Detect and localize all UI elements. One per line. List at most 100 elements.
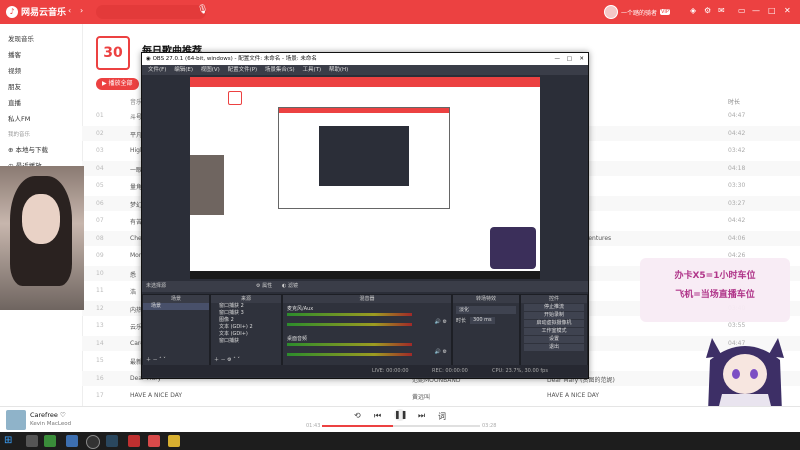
- maximize-icon[interactable]: □: [768, 6, 776, 15]
- row-number: 04: [96, 164, 104, 172]
- obs-preview[interactable]: [190, 77, 540, 279]
- start-recording-button[interactable]: 开始录制: [524, 312, 584, 319]
- mixer-dock: 混音器 麦克风/Aux 🔊 ⚙ 桌面音频 🔊 ⚙: [282, 294, 452, 366]
- volume-slider[interactable]: [287, 323, 412, 326]
- progress-bar[interactable]: [322, 425, 480, 427]
- source-item[interactable]: 文本 (GDI+) 2: [211, 324, 281, 331]
- album-thumb[interactable]: [6, 410, 26, 430]
- row-album: HAVE A NICE DAY: [547, 392, 600, 399]
- menu-scene-collection[interactable]: 场景集合(S): [265, 67, 295, 73]
- play-all-button[interactable]: ▶ 播放全部: [96, 78, 139, 90]
- row-artist: 黄远叫: [412, 394, 431, 401]
- menu-profile[interactable]: 配置文件(P): [228, 67, 258, 73]
- volume-slider[interactable]: [287, 353, 412, 356]
- nested-header-bar: [279, 108, 449, 113]
- folder-task-icon[interactable]: [168, 435, 180, 447]
- menu-view[interactable]: 视图(V): [201, 67, 220, 73]
- studio-mode-button[interactable]: 工作室模式: [524, 328, 584, 335]
- obs-close-icon[interactable]: ✕: [579, 53, 584, 65]
- duration-input[interactable]: 300 ms: [470, 317, 495, 324]
- xbox-icon[interactable]: [44, 435, 56, 447]
- cpu-status: CPU: 23.7%, 30.00 fps: [492, 368, 548, 374]
- transition-duration: 时长 300 ms: [456, 317, 516, 324]
- minimize-icon[interactable]: —: [752, 6, 760, 15]
- source-item[interactable]: 文本 (GDI+): [211, 331, 281, 338]
- forward-icon[interactable]: ›: [80, 6, 83, 15]
- source-item[interactable]: 图像 2: [211, 317, 281, 324]
- row-number: 11: [96, 287, 104, 294]
- lyrics-icon[interactable]: 词: [438, 411, 446, 422]
- stop-streaming-button[interactable]: 停止推流: [524, 304, 584, 311]
- windows-start-icon[interactable]: ⊞: [4, 435, 16, 447]
- heart-icon[interactable]: ♡: [60, 411, 66, 419]
- row-number: 17: [96, 392, 104, 399]
- sidebar-item-friends[interactable]: 朋友: [8, 81, 21, 91]
- controls-dock: 控件 停止推流 开始录制 启动虚拟摄像机 工作室模式 设置 退出: [520, 294, 588, 366]
- obs-task-icon[interactable]: [86, 435, 100, 449]
- menu-tools[interactable]: 工具(T): [302, 67, 321, 73]
- next-icon[interactable]: ⏭: [418, 411, 425, 421]
- row-number: 06: [96, 199, 104, 207]
- sidebar-item-video[interactable]: 视频: [8, 65, 21, 75]
- source-add-icon[interactable]: ＋ － ⚙ ˄ ˅: [214, 356, 240, 363]
- row-title: Che: [130, 234, 142, 242]
- row-number: 14: [96, 339, 104, 347]
- close-icon[interactable]: ✕: [784, 6, 791, 15]
- menu-file[interactable]: 文件(F): [148, 67, 166, 73]
- vip-badge: VIP: [660, 9, 670, 15]
- now-playing-title: Carefree ♡: [30, 411, 66, 419]
- filters-button[interactable]: ◐ 滤镜: [282, 281, 298, 292]
- menu-edit[interactable]: 编辑(E): [174, 67, 193, 73]
- app-task-icon[interactable]: [148, 435, 160, 447]
- obs-minimize-icon[interactable]: —: [555, 53, 561, 65]
- menu-help[interactable]: 帮助(H): [329, 67, 348, 73]
- obs-source-toolbar: 未选择源 ⚙ 属性 ◐ 滤镜: [142, 281, 588, 292]
- virtual-camera-button[interactable]: 启动虚拟摄像机: [524, 320, 584, 327]
- mic-icon[interactable]: 🎙: [197, 5, 208, 15]
- row-title: 浩: [130, 289, 137, 296]
- gear-icon[interactable]: ⚙: [704, 6, 711, 15]
- obs-statusbar: LIVE: 00:00:00 REC: 00:00:00 CPU: 23.7%,…: [142, 365, 588, 377]
- audio-meter: [287, 313, 412, 316]
- source-item[interactable]: 窗口捕获 3: [211, 310, 281, 317]
- scenes-header: 场景: [143, 295, 209, 303]
- scene-add-icon[interactable]: ＋ － ˄ ˅: [146, 356, 166, 363]
- row-number: 13: [96, 322, 104, 329]
- source-item[interactable]: 窗口捕获 2: [211, 303, 281, 310]
- steam-icon[interactable]: [106, 435, 118, 447]
- scene-item[interactable]: 场景: [143, 303, 209, 310]
- obs-maximize-icon[interactable]: □: [567, 53, 572, 65]
- back-icon[interactable]: ‹: [68, 6, 71, 15]
- mail-icon[interactable]: ✉: [718, 6, 725, 15]
- windows-taskbar: ⊞: [0, 432, 800, 450]
- netease-task-icon[interactable]: [128, 435, 140, 447]
- browser-icon[interactable]: [66, 435, 78, 447]
- speaker-icon[interactable]: 🔊 ⚙: [435, 349, 447, 355]
- shirt-icon[interactable]: ◈: [690, 6, 696, 15]
- settings-button[interactable]: 设置: [524, 336, 584, 343]
- mini-mode-icon[interactable]: ▭: [738, 6, 746, 15]
- sidebar-item-live[interactable]: 直播: [8, 97, 21, 107]
- app-logo[interactable]: ♪ 网易云音乐: [6, 5, 66, 18]
- task-view-icon[interactable]: [26, 435, 38, 447]
- search-input[interactable]: [96, 5, 206, 19]
- exit-button[interactable]: 退出: [524, 344, 584, 351]
- audio-meter: [287, 343, 412, 346]
- row-duration: 03:30: [728, 182, 746, 189]
- loop-icon[interactable]: ⟲: [354, 411, 361, 420]
- mixer-header: 混音器: [283, 295, 451, 303]
- obs-window[interactable]: ◉ OBS 27.0.1 (64-bit, windows) - 配置文件: 未…: [141, 52, 589, 379]
- sidebar-item-discover[interactable]: 发现音乐: [8, 33, 34, 43]
- pause-icon[interactable]: ❚❚: [394, 409, 407, 421]
- prev-icon[interactable]: ⏮: [374, 411, 381, 421]
- speaker-icon[interactable]: 🔊 ⚙: [435, 319, 447, 325]
- sidebar-item-podcast[interactable]: 播客: [8, 49, 21, 59]
- user-profile[interactable]: 一个踏的骑者 VIP: [604, 5, 670, 19]
- transition-select[interactable]: 淡化: [456, 306, 516, 314]
- calendar-icon: 30: [96, 36, 130, 70]
- source-item[interactable]: 窗口捕获: [211, 338, 281, 345]
- duration-label: 时长: [456, 318, 467, 324]
- scenes-dock: 场景 场景 ＋ － ˄ ˅: [142, 294, 210, 366]
- webcam-feed: [0, 166, 84, 310]
- properties-button[interactable]: ⚙ 属性: [256, 281, 272, 292]
